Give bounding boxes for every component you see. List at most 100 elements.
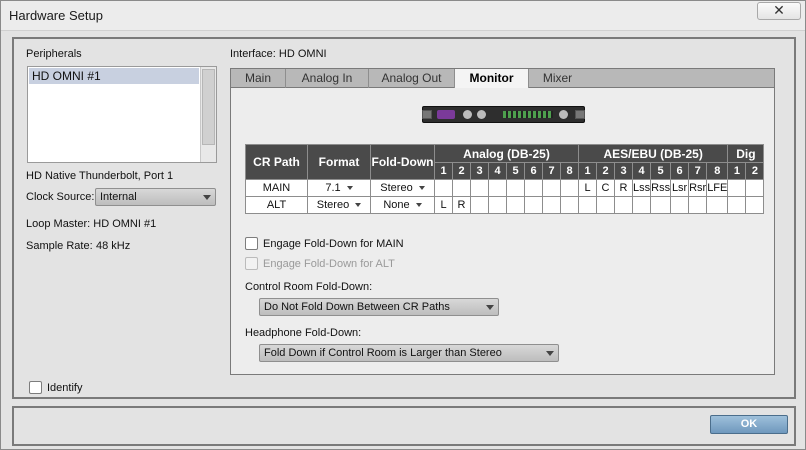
aes-cell[interactable] xyxy=(688,196,708,214)
dig-cell[interactable] xyxy=(727,196,747,214)
dig-cell[interactable] xyxy=(745,179,765,197)
cr-path-cell: MAIN xyxy=(245,179,308,197)
tab-mixer[interactable]: Mixer xyxy=(529,69,586,88)
cr-path-cell: ALT xyxy=(245,196,308,214)
sample-rate-label: Sample Rate: xyxy=(26,240,93,252)
aes-cell[interactable]: Lsr xyxy=(670,179,690,197)
fold-down-value: Stereo xyxy=(380,182,413,194)
hp-fold-dropdown[interactable]: Fold Down if Control Room is Larger than… xyxy=(259,344,559,362)
tab-monitor[interactable]: Monitor xyxy=(455,69,529,89)
aes-ch: 7 xyxy=(688,162,708,180)
analog-cell[interactable] xyxy=(488,179,507,197)
analog-cell[interactable] xyxy=(506,179,525,197)
analog-header: Analog (DB-25) xyxy=(434,144,579,163)
ok-button[interactable]: OK xyxy=(710,415,788,434)
fold-down-header: Fold-Down xyxy=(370,144,435,180)
monitor-tab-panel: CR Path Format Fold-Down Analog (DB-25) … xyxy=(230,88,775,375)
tab-main[interactable]: Main xyxy=(231,69,286,88)
aes-ch: 3 xyxy=(614,162,633,180)
analog-cell[interactable] xyxy=(506,196,525,214)
format-value: Stereo xyxy=(316,199,350,211)
tab-analog-out[interactable]: Analog Out xyxy=(369,69,455,88)
scrollbar-thumb[interactable] xyxy=(202,69,215,145)
engage-main-checkbox[interactable] xyxy=(245,237,258,250)
analog-cell[interactable] xyxy=(524,179,543,197)
peripheral-item-hd-omni[interactable]: HD OMNI #1 xyxy=(29,68,199,84)
aes-cell[interactable] xyxy=(596,196,615,214)
chevron-down-icon xyxy=(418,186,425,191)
aes-cell[interactable] xyxy=(650,196,672,214)
analog-cell[interactable] xyxy=(542,196,561,214)
hp-fold-value: Fold Down if Control Room is Larger than… xyxy=(264,347,502,359)
tab-analog-in[interactable]: Analog In xyxy=(286,69,369,88)
analog-cell[interactable] xyxy=(542,179,561,197)
close-button[interactable]: ✕ xyxy=(757,2,801,20)
fold-down-select[interactable]: None xyxy=(370,196,435,214)
analog-cell[interactable] xyxy=(524,196,543,214)
analog-ch: 5 xyxy=(506,162,525,180)
analog-cell[interactable]: R xyxy=(452,196,471,214)
chevron-down-icon xyxy=(355,203,362,208)
cr-fold-dropdown[interactable]: Do Not Fold Down Between CR Paths xyxy=(259,298,499,316)
hardware-setup-window: Hardware Setup ✕ Peripherals HD OMNI #1 … xyxy=(0,0,806,450)
identify-checkbox[interactable] xyxy=(29,381,42,394)
aes-cell[interactable]: R xyxy=(614,179,633,197)
fold-down-value: None xyxy=(383,199,410,211)
format-value: 7.1 xyxy=(325,182,341,194)
aes-ch: 6 xyxy=(670,162,690,180)
peripherals-list[interactable]: HD OMNI #1 xyxy=(27,66,217,163)
dig-cell[interactable] xyxy=(745,196,765,214)
chevron-down-icon xyxy=(486,305,494,310)
aes-cell[interactable] xyxy=(706,196,729,214)
aes-cell[interactable] xyxy=(670,196,690,214)
connection-label: HD Native Thunderbolt, Port 1 xyxy=(26,170,174,182)
aes-cell[interactable]: Lss xyxy=(631,179,652,197)
chevron-down-icon xyxy=(203,195,211,200)
aes-cell[interactable] xyxy=(578,196,597,214)
cr-fold-label: Control Room Fold-Down: xyxy=(245,281,373,293)
analog-cell[interactable] xyxy=(470,196,489,214)
analog-ch: 2 xyxy=(452,162,471,180)
engage-alt-checkbox[interactable] xyxy=(245,257,258,270)
avid-logo xyxy=(437,110,455,119)
table-row: MAIN 7.1 Stereo L C R Lss Rss Lsr Rsr LF… xyxy=(245,179,765,197)
format-select[interactable]: Stereo xyxy=(307,196,371,214)
analog-ch: 6 xyxy=(524,162,543,180)
chevron-down-icon xyxy=(346,186,353,191)
engage-alt-label: Engage Fold-Down for ALT xyxy=(263,258,395,270)
clock-source-dropdown[interactable]: Internal xyxy=(95,188,216,206)
aes-cell[interactable] xyxy=(614,196,633,214)
analog-cell[interactable] xyxy=(560,196,579,214)
cr-fold-value: Do Not Fold Down Between CR Paths xyxy=(264,301,450,313)
aes-cell[interactable]: C xyxy=(596,179,615,197)
aes-cell[interactable]: Rss xyxy=(650,179,672,197)
analog-cell[interactable]: L xyxy=(434,196,453,214)
format-select[interactable]: 7.1 xyxy=(307,179,371,197)
aes-ch: 5 xyxy=(650,162,672,180)
analog-ch: 3 xyxy=(470,162,489,180)
analog-ch: 8 xyxy=(560,162,579,180)
loop-master-label: Loop Master: HD OMNI #1 xyxy=(26,218,157,230)
analog-cell[interactable] xyxy=(488,196,507,214)
dig-cell[interactable] xyxy=(727,179,747,197)
aes-header: AES/EBU (DB-25) xyxy=(577,144,729,163)
aes-ch: 4 xyxy=(631,162,652,180)
aes-cell[interactable] xyxy=(631,196,652,214)
analog-cell[interactable] xyxy=(470,179,489,197)
peripherals-scrollbar[interactable] xyxy=(200,67,216,162)
fold-down-select[interactable]: Stereo xyxy=(370,179,435,197)
sample-rate-value: 48 kHz xyxy=(96,240,131,252)
monitor-routing-table: CR Path Format Fold-Down Analog (DB-25) … xyxy=(245,144,765,214)
window-title: Hardware Setup xyxy=(9,8,103,23)
aes-cell[interactable]: LFE xyxy=(706,179,729,197)
analog-cell[interactable] xyxy=(560,179,579,197)
table-row: ALT Stereo None L R xyxy=(245,196,765,214)
title-bar: Hardware Setup ✕ xyxy=(1,1,805,31)
analog-cell[interactable] xyxy=(452,179,471,197)
identify-label: Identify xyxy=(47,382,83,394)
analog-cell[interactable] xyxy=(434,179,453,197)
interface-label: Interface: HD OMNI xyxy=(230,48,327,60)
dig-header: Dig xyxy=(727,144,765,163)
aes-cell[interactable]: Rsr xyxy=(688,179,708,197)
aes-cell[interactable]: L xyxy=(578,179,597,197)
